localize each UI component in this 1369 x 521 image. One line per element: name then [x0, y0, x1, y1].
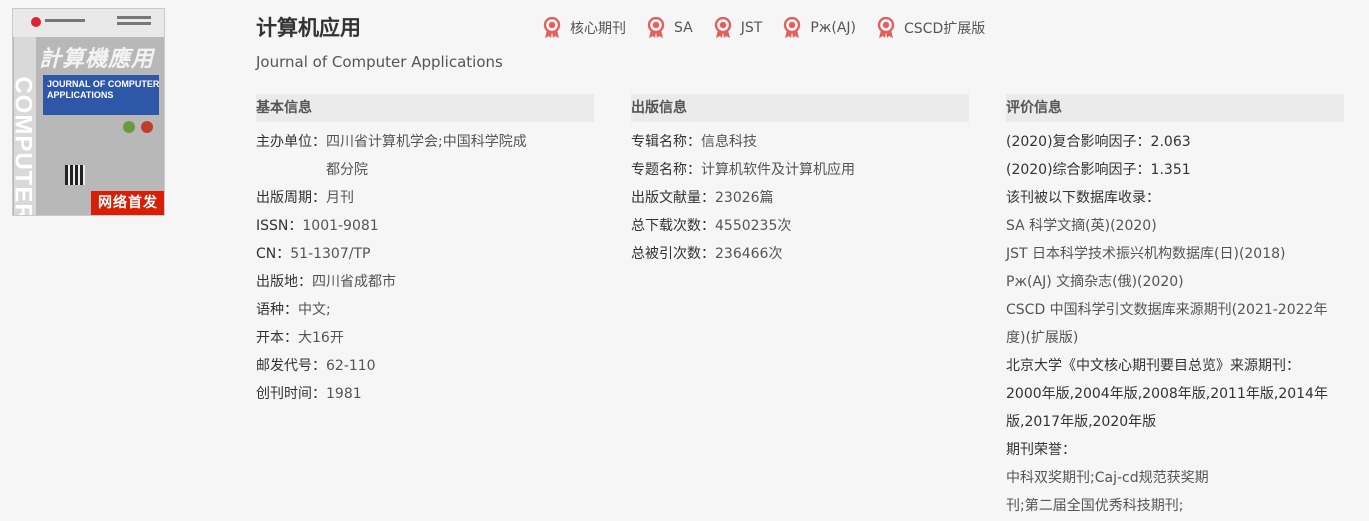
- section-heading: 评价信息: [1006, 94, 1344, 122]
- cover-emblem-icon: [123, 121, 135, 133]
- info-row-downloads: 总下载次数： 4550235次: [631, 212, 969, 240]
- info-row-citations: 总被引次数： 236466次: [631, 240, 969, 268]
- badge-rzh-aj[interactable]: Рж(AJ): [782, 17, 856, 39]
- badge-label: 核心期刊: [570, 21, 626, 37]
- index-entry-sa: SA 科学文摘(英)(2020): [1006, 218, 1157, 234]
- info-row-sponsor: 主办单位： 四川省计算机学会;中国科学院成 都分院: [256, 128, 594, 184]
- evaluation-info-section: 评价信息 (2020)复合影响因子：2.063 (2020)综合影响因子：1.3…: [1006, 94, 1344, 520]
- info-row-topic: 专题名称： 计算机软件及计算机应用: [631, 156, 969, 184]
- journal-english-title: Journal of Computer Applications: [256, 53, 503, 71]
- info-key: 出版周期：: [256, 190, 326, 206]
- cover-english-title: JOURNAL OF COMPUTER APPLICATIONS: [47, 79, 159, 101]
- index-entry-rzh: Рж(AJ) 文摘杂志(俄)(2020): [1006, 274, 1184, 290]
- award-ribbon-icon: [877, 17, 895, 38]
- info-value: 62-110: [326, 358, 376, 374]
- cover-small-text-mark: [117, 22, 151, 25]
- section-heading: 出版信息: [631, 94, 969, 122]
- badge-label: SA: [674, 20, 693, 36]
- info-key: ISSN：: [256, 218, 303, 234]
- comprehensive-impact-factor: (2020)综合影响因子：1.351: [1006, 162, 1191, 178]
- badge-jst[interactable]: JST: [713, 17, 763, 39]
- publish-info-section: 出版信息 专辑名称： 信息科技 专题名称： 计算机软件及计算机应用 出版文献量：…: [631, 94, 969, 268]
- info-row-format: 开本： 大16开: [256, 324, 594, 352]
- honors-text: 中科双奖期刊;Caj-cd规范获奖期: [1006, 470, 1209, 486]
- cover-logo-icon: [31, 17, 41, 27]
- cover-english-title-line: JOURNAL OF COMPUTER: [47, 79, 160, 89]
- honors-text-cont: 刊;第二届全国优秀科技期刊;: [1006, 498, 1184, 514]
- info-row-cn: CN： 51-1307/TP: [256, 240, 594, 268]
- info-value: 23026篇: [715, 190, 774, 206]
- info-value: 信息科技: [701, 134, 757, 150]
- pku-core-editions-cont: 版,2017年版,2020年版: [1006, 414, 1157, 430]
- composite-impact-factor: (2020)复合影响因子：2.063: [1006, 134, 1191, 150]
- badge-label: Рж(AJ): [810, 20, 856, 36]
- basic-info-section: 基本信息 主办单位： 四川省计算机学会;中国科学院成 都分院 出版周期： 月刊 …: [256, 94, 594, 408]
- info-value: 四川省计算机学会;中国科学院成 都分院: [326, 128, 527, 184]
- cover-chinese-title: 計算機應用: [39, 46, 155, 72]
- pku-core-label: 北京大学《中文核心期刊要目总览》来源期刊：: [1006, 358, 1300, 374]
- info-value-line: 都分院: [326, 162, 368, 178]
- cover-top-strip: [13, 9, 164, 37]
- cover-side-text: COMPUTER: [12, 76, 37, 216]
- cover-small-text-mark: [117, 16, 151, 19]
- award-ribbon-icon: [784, 17, 801, 38]
- info-row-founded: 创刊时间： 1981: [256, 380, 594, 408]
- index-entry-jst: JST 日本科学技术振兴机构数据库(日)(2018): [1006, 246, 1286, 262]
- info-row-postal-code: 邮发代号： 62-110: [256, 352, 594, 380]
- info-row-language: 语种： 中文;: [256, 296, 594, 324]
- info-key: 开本：: [256, 330, 298, 346]
- journal-cover-image[interactable]: COMPUTER 計算機應用 JOURNAL OF COMPUTER APPLI…: [12, 8, 165, 216]
- index-entry-cscd: CSCD 中国科学引文数据库来源期刊(2021-2022年: [1006, 302, 1328, 318]
- first-publish-badge: 网络首发: [91, 191, 164, 215]
- info-row-doc-count: 出版文献量： 23026篇: [631, 184, 969, 212]
- info-row-album: 专辑名称： 信息科技: [631, 128, 969, 156]
- info-row-issn: ISSN： 1001-9081: [256, 212, 594, 240]
- info-value: 四川省成都市: [312, 274, 396, 290]
- info-value: 计算机软件及计算机应用: [701, 162, 855, 178]
- indexing-badges: 核心期刊 SA JST Рж(AJ) CSCD扩展版: [542, 17, 985, 39]
- info-value: 1981: [326, 386, 362, 402]
- cover-emblem-icon: [141, 121, 153, 133]
- info-value: 月刊: [326, 190, 354, 206]
- qr-code-icon: [65, 165, 85, 185]
- index-entry-cscd-cont: 度)(扩展版): [1006, 330, 1079, 346]
- award-ribbon-icon: [714, 17, 731, 38]
- journal-title: 计算机应用: [256, 16, 361, 40]
- cover-small-text-mark: [45, 19, 85, 22]
- award-ribbon-icon: [647, 17, 665, 38]
- badge-sa[interactable]: SA: [646, 17, 693, 39]
- pku-core-editions: 2000年版,2004年版,2008年版,2011年版,2014年: [1006, 386, 1328, 402]
- info-key: 出版地：: [256, 274, 312, 290]
- info-value: 1001-9081: [302, 218, 379, 234]
- award-ribbon-icon: [543, 17, 561, 38]
- info-value-line: 四川省计算机学会;中国科学院成: [326, 134, 527, 150]
- info-value: 中文;: [298, 302, 331, 318]
- badge-cscd-extended[interactable]: CSCD扩展版: [876, 17, 985, 39]
- info-value: 236466次: [715, 246, 783, 262]
- info-value: 大16开: [298, 330, 344, 346]
- section-heading: 基本信息: [256, 94, 594, 122]
- info-key: 主办单位：: [256, 134, 326, 150]
- info-row-location: 出版地： 四川省成都市: [256, 268, 594, 296]
- info-key: CN：: [256, 246, 291, 262]
- info-row-frequency: 出版周期： 月刊: [256, 184, 594, 212]
- honors-label: 期刊荣誉：: [1006, 442, 1076, 458]
- info-key: 总下载次数：: [631, 218, 715, 234]
- info-key: 出版文献量：: [631, 190, 715, 206]
- badge-label: CSCD扩展版: [904, 21, 986, 37]
- info-value: 51-1307/TP: [290, 246, 371, 262]
- info-key: 邮发代号：: [256, 358, 326, 374]
- info-key: 总被引次数：: [631, 246, 715, 262]
- info-key: 专题名称：: [631, 162, 701, 178]
- badge-label: JST: [740, 20, 763, 36]
- info-key: 专辑名称：: [631, 134, 701, 150]
- cover-english-title-line: APPLICATIONS: [47, 90, 114, 100]
- indexed-by-label: 该刊被以下数据库收录：: [1006, 190, 1160, 206]
- badge-core-journal[interactable]: 核心期刊: [542, 17, 626, 39]
- info-key: 创刊时间：: [256, 386, 326, 402]
- cover-side-band: COMPUTER: [12, 37, 37, 216]
- info-value: 4550235次: [715, 218, 792, 234]
- info-key: 语种：: [256, 302, 298, 318]
